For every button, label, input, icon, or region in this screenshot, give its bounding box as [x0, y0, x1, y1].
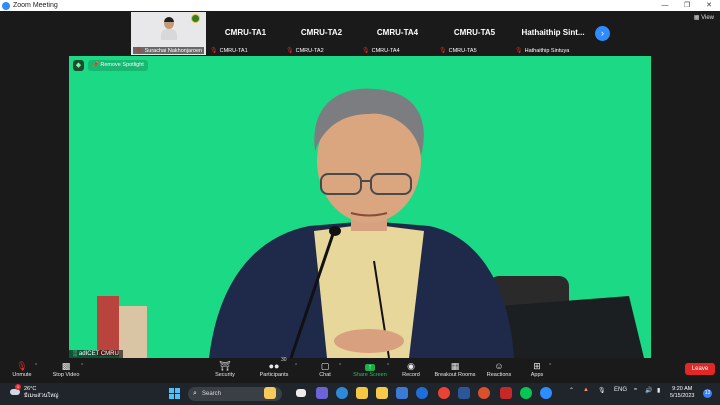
mic-muted-icon: 🎙 [286, 48, 294, 54]
participants-caret-icon[interactable]: ⌃ [294, 363, 298, 369]
participant-name: CMRU-TA1 [224, 28, 267, 37]
edge-icon[interactable] [336, 387, 348, 399]
record-icon: ◉ [407, 361, 415, 371]
remove-spotlight-button[interactable]: 📌 Remove Spotlight [88, 60, 148, 71]
minimize-button[interactable]: — [654, 0, 676, 11]
taskbar-clock[interactable]: 9:20 AM 5/15/2023 [670, 386, 694, 400]
participants-count: 30 [281, 357, 287, 363]
file-explorer-icon[interactable] [376, 387, 388, 399]
shield-icon: ⛩ [219, 361, 231, 371]
participant-name: CMRU-TA4 [376, 28, 419, 37]
apps-button[interactable]: ⊞ Apps [526, 360, 548, 378]
participant-name-tag: 🎙 CMRU-TA5 [439, 47, 477, 55]
unmute-button[interactable]: 🎙 Unmute [8, 360, 36, 378]
video-options-caret-icon[interactable]: ⌃ [80, 363, 84, 369]
main-speaker-video: ◆ 📌 Remove Spotlight ░ adICET CMRU [69, 56, 651, 358]
tray-app-icon[interactable]: ▲ [583, 387, 589, 393]
smiley-plus-icon: ☺ [494, 361, 504, 371]
participant-name: Hathaithip Sint... [521, 28, 585, 37]
window-controls: — ❐ ✕ [654, 0, 720, 11]
weather-description: มีเมฆส่วนใหญ่ [24, 393, 59, 399]
shield-icon: ◆ [73, 60, 84, 71]
record-button[interactable]: ◉ Record [398, 360, 424, 378]
participant-name-tag: 🎙 CMRU-TA1 [210, 47, 248, 55]
reactions-button[interactable]: ☺ Reactions [484, 360, 514, 378]
breakout-rooms-icon: ▦ [450, 361, 460, 371]
next-page-button[interactable]: › [595, 26, 610, 41]
teams-icon[interactable] [316, 387, 328, 399]
help-icon[interactable] [416, 387, 428, 399]
audio-options-caret-icon[interactable]: ⌃ [34, 363, 38, 369]
gallery-strip: 🎙 Surachai Nakhonjaroen CMRU-TA1 🎙 CMRU-T… [0, 11, 720, 56]
microphone-icon[interactable]: 🎙 [598, 387, 606, 394]
windows-start-icon[interactable] [169, 388, 180, 399]
windows-taskbar: 1 26°C มีเมฆส่วนใหญ่ Search ⌃ ▲ 🎙 ENG ≈ … [0, 383, 720, 405]
speaker-name-tag: ░ adICET CMRU [69, 350, 123, 358]
pdf-icon[interactable] [500, 387, 512, 399]
zoom-taskbar-icon[interactable] [540, 387, 552, 399]
weather-widget[interactable]: 1 26°C มีเมฆส่วนใหญ่ [10, 384, 59, 400]
meeting-toolbar: 🎙 Unmute ⌃ ▩ Stop Video ⌃ ⛩ Security ●● … [0, 357, 720, 383]
participant-tile[interactable]: CMRU-TA2 🎙 CMRU-TA2 [284, 12, 359, 55]
share-screen-icon: ↑ [350, 360, 390, 372]
mic-muted-icon: 🎙 [210, 48, 218, 54]
speaker-video-image [69, 56, 651, 358]
apps-caret-icon[interactable]: ⌃ [548, 363, 552, 369]
share-screen-button[interactable]: ↑ Share Screen [350, 360, 390, 378]
chat-bubble-icon: ▢ [320, 361, 330, 371]
tray-overflow-icon[interactable]: ⌃ [569, 387, 574, 394]
participant-name-tag: 🎙 CMRU-TA4 [362, 47, 400, 55]
mic-muted-icon: 🎙 [439, 48, 447, 54]
apps-icon: ⊞ [533, 361, 541, 371]
mic-muted-icon: 🎙 [135, 48, 143, 54]
participant-name: CMRU-TA2 [300, 28, 343, 37]
stop-video-button[interactable]: ▩ Stop Video [48, 360, 84, 378]
chrome-alt-icon[interactable] [356, 387, 368, 399]
mic-muted-icon: 🎙 [515, 48, 523, 54]
task-view-icon[interactable] [296, 389, 306, 397]
breakout-rooms-button[interactable]: ▦ Breakout Rooms [432, 360, 478, 378]
share-caret-icon[interactable]: ⌃ [386, 363, 390, 369]
firefox-icon[interactable] [478, 387, 490, 399]
language-indicator[interactable]: ENG [614, 387, 627, 393]
mic-muted-icon: 🎙 [16, 361, 28, 371]
zoom-logo-icon [2, 1, 10, 10]
security-button[interactable]: ⛩ Security [210, 360, 240, 378]
participant-tile[interactable]: CMRU-TA1 🎙 CMRU-TA1 [208, 12, 283, 55]
volume-icon[interactable]: 🔊 [645, 387, 652, 394]
view-button[interactable]: ▦ View [694, 14, 714, 21]
wifi-icon[interactable]: ≈ [634, 387, 637, 393]
participant-name-tag: 🎙 Surachai Nakhonjaroen [133, 47, 205, 54]
participant-name-tag: 🎙 Hathaithip Sintuya [515, 47, 570, 55]
chrome-icon[interactable] [438, 387, 450, 399]
temperature: 26°C [24, 386, 37, 392]
notification-badge[interactable]: 13 [703, 389, 712, 398]
landscape-widget-icon[interactable] [264, 387, 276, 399]
participant-tile[interactable]: CMRU-TA5 🎙 CMRU-TA5 [437, 12, 512, 55]
close-button[interactable]: ✕ [698, 0, 720, 11]
chat-button[interactable]: ▢ Chat [313, 360, 337, 378]
participant-video [161, 17, 177, 40]
participant-tile[interactable]: 🎙 Surachai Nakhonjaroen [131, 12, 206, 55]
leave-button[interactable]: Leave [685, 363, 715, 375]
participant-tile[interactable]: CMRU-TA4 🎙 CMRU-TA4 [360, 12, 435, 55]
line-icon[interactable] [520, 387, 532, 399]
university-logo-icon [191, 14, 200, 23]
participant-name: CMRU-TA5 [453, 28, 496, 37]
video-camera-icon: ▩ [61, 361, 71, 371]
title-bar: Zoom Meeting — ❐ ✕ [0, 0, 720, 11]
word-icon[interactable] [458, 387, 470, 399]
mic-muted-icon: 🎙 [362, 48, 370, 54]
participant-name-tag: 🎙 CMRU-TA2 [286, 47, 324, 55]
weather-alert-badge: 1 [15, 384, 21, 390]
participant-tile[interactable]: Hathaithip Sint... 🎙 Hathaithip Sintuya [513, 12, 593, 55]
window-title: Zoom Meeting [13, 2, 58, 9]
store-icon[interactable] [396, 387, 408, 399]
maximize-button[interactable]: ❐ [676, 0, 698, 11]
battery-icon[interactable]: ▮ [657, 387, 660, 394]
chat-caret-icon[interactable]: ⌃ [338, 363, 342, 369]
